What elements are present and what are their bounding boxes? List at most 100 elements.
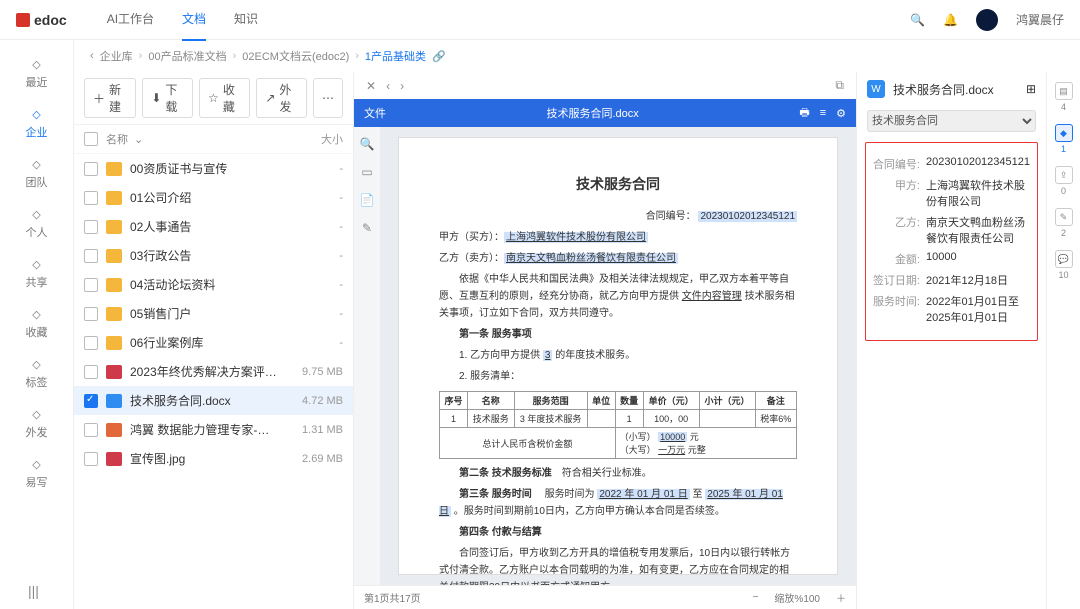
select-all-checkbox[interactable]: [84, 132, 98, 146]
settings-icon[interactable]: ⚙: [836, 107, 846, 120]
row-checkbox[interactable]: [84, 249, 98, 263]
row-checkbox[interactable]: [84, 191, 98, 205]
leftnav-user[interactable]: ◇个人: [0, 198, 73, 248]
nav-knowledge[interactable]: 知识: [234, 0, 258, 41]
zoom-out-icon[interactable]: −: [753, 592, 759, 603]
fav-button[interactable]: ☆ 收藏: [199, 78, 250, 118]
value-party-a: 上海鸿翼软件技术股份有限公司: [504, 232, 648, 243]
meta-value: 2021年12月18日: [926, 272, 1031, 288]
meta-row: 合同编号:20230102012345121: [872, 156, 1031, 172]
download-button[interactable]: ⬇ 下载: [142, 78, 193, 118]
meta-type-select[interactable]: 技术服务合同: [867, 110, 1036, 132]
file-row[interactable]: 宣传图.jpg2.69 MB: [74, 444, 353, 473]
row-checkbox[interactable]: [84, 336, 98, 350]
rail-icon: ⇪: [1055, 166, 1073, 184]
page-indicator: 第1页共17页: [364, 590, 421, 605]
fit-icon[interactable]: ▭: [361, 165, 372, 179]
new-button[interactable]: ＋ 新建: [84, 78, 136, 118]
menu-icon[interactable]: ≡: [820, 107, 826, 119]
file-name: 宣传图.jpg: [130, 450, 279, 467]
print-icon[interactable]: 🖶: [799, 104, 809, 123]
meta-value: 2022年01月01日至2025年01月01日: [926, 293, 1031, 325]
back-icon[interactable]: ‹: [90, 50, 94, 62]
avatar[interactable]: [976, 9, 998, 31]
row-checkbox[interactable]: [84, 220, 98, 234]
file-row[interactable]: 2023年终优秀解决方案评选.jpg9.75 MB: [74, 357, 353, 386]
file-type-icon: [106, 162, 122, 176]
row-checkbox[interactable]: [84, 394, 98, 408]
col-size[interactable]: 大小: [287, 131, 343, 147]
link-icon[interactable]: 🔗: [432, 50, 446, 63]
file-row[interactable]: 04活动论坛资料-: [74, 270, 353, 299]
rail-icon: ◆: [1055, 124, 1073, 142]
prev-icon[interactable]: ‹: [386, 79, 390, 93]
meta-grid-icon[interactable]: ⊞: [1026, 82, 1036, 96]
file-size: -: [287, 250, 343, 262]
top-bar: edoc AI工作台 文档 知识 🔍 🔔 鸿翼晨仔: [0, 0, 1080, 40]
leftnav-label: 易写: [26, 474, 48, 490]
file-row[interactable]: 03行政公告-: [74, 241, 353, 270]
more-button[interactable]: ⋯: [313, 78, 343, 118]
rail-item[interactable]: ⇪0: [1055, 166, 1073, 196]
crumb-0[interactable]: 企业库: [100, 48, 133, 64]
tbl-header: 数量: [615, 392, 643, 410]
next-icon[interactable]: ›: [400, 79, 404, 93]
zoom-in-icon[interactable]: ＋: [836, 590, 846, 605]
file-size: 1.31 MB: [287, 424, 343, 436]
nav-ai[interactable]: AI工作台: [107, 0, 154, 41]
brand-text: edoc: [34, 12, 67, 28]
doc-tab[interactable]: 文件: [364, 105, 386, 121]
crumb-1[interactable]: 00产品标准文档: [148, 48, 226, 64]
leftnav-send[interactable]: ◇外发: [0, 398, 73, 448]
username[interactable]: 鸿翼晨仔: [1016, 11, 1064, 28]
row-checkbox[interactable]: [84, 423, 98, 437]
row-checkbox[interactable]: [84, 307, 98, 321]
file-row[interactable]: 技术服务合同.docx4.72 MB: [74, 386, 353, 415]
file-row[interactable]: 01公司介绍-: [74, 183, 353, 212]
copy-icon[interactable]: ⧉: [835, 78, 844, 93]
value-party-b: 南京天文鸭血粉丝汤餐饮有限责任公司: [504, 253, 678, 264]
leftnav-tag[interactable]: ◇标签: [0, 348, 73, 398]
close-icon[interactable]: ✕: [366, 79, 376, 93]
bell-icon[interactable]: 🔔: [943, 13, 958, 27]
tbl-cell: [587, 410, 615, 428]
zoom-icon[interactable]: 🔍: [360, 137, 375, 151]
page-icon[interactable]: 📄: [360, 193, 375, 207]
nav-docs[interactable]: 文档: [182, 0, 206, 41]
right-panel: W 技术服务合同.docx ⊞ 技术服务合同 合同编号:202301020123…: [856, 72, 1046, 609]
search-icon[interactable]: 🔍: [910, 13, 925, 27]
col-name[interactable]: 名称: [106, 131, 128, 147]
file-row[interactable]: 05销售门户-: [74, 299, 353, 328]
left-nav: ◇最近◇企业◇团队◇个人◇共享◇收藏◇标签◇外发◇易写: [0, 40, 74, 609]
crumb-3[interactable]: 1产品基础类: [365, 48, 426, 64]
rail-item[interactable]: ▤4: [1055, 82, 1073, 112]
file-row[interactable]: 00资质证书与宣传-: [74, 154, 353, 183]
tbl-header: 序号: [440, 392, 468, 410]
s1-line2: 2. 服务清单：: [439, 368, 797, 385]
file-row[interactable]: 02人事通告-: [74, 212, 353, 241]
sort-icon[interactable]: ⌄: [134, 133, 143, 146]
file-name: 2023年终优秀解决方案评选.jpg: [130, 363, 279, 380]
rail-item[interactable]: ◆1: [1055, 124, 1073, 154]
leftnav-users[interactable]: ◇团队: [0, 148, 73, 198]
rail-item[interactable]: 💬10: [1055, 250, 1073, 280]
leftnav-clock[interactable]: ◇最近: [0, 48, 73, 98]
collapse-icon[interactable]: |||: [28, 583, 39, 599]
row-checkbox[interactable]: [84, 278, 98, 292]
row-checkbox[interactable]: [84, 365, 98, 379]
outsend-button[interactable]: ↗ 外发: [256, 78, 307, 118]
leftnav-cube[interactable]: ◇企业: [0, 98, 73, 148]
rail-count: 4: [1061, 102, 1066, 112]
leftnav-star[interactable]: ◇收藏: [0, 298, 73, 348]
rail-item[interactable]: ✎2: [1055, 208, 1073, 238]
crumb-2[interactable]: 02ECM文档云(edoc2): [242, 48, 349, 64]
leftnav-layers[interactable]: ◇易写: [0, 448, 73, 498]
edit-icon[interactable]: ✎: [362, 221, 372, 235]
section4-title: 第四条 付款与结算: [459, 527, 542, 538]
row-checkbox[interactable]: [84, 452, 98, 466]
row-checkbox[interactable]: [84, 162, 98, 176]
leftnav-share[interactable]: ◇共享: [0, 248, 73, 298]
file-row[interactable]: 鸿翼 数据能力管理专家-中国ECM领导者.pptx1.31 MB: [74, 415, 353, 444]
file-row[interactable]: 06行业案例库-: [74, 328, 353, 357]
file-type-icon: [106, 394, 122, 408]
